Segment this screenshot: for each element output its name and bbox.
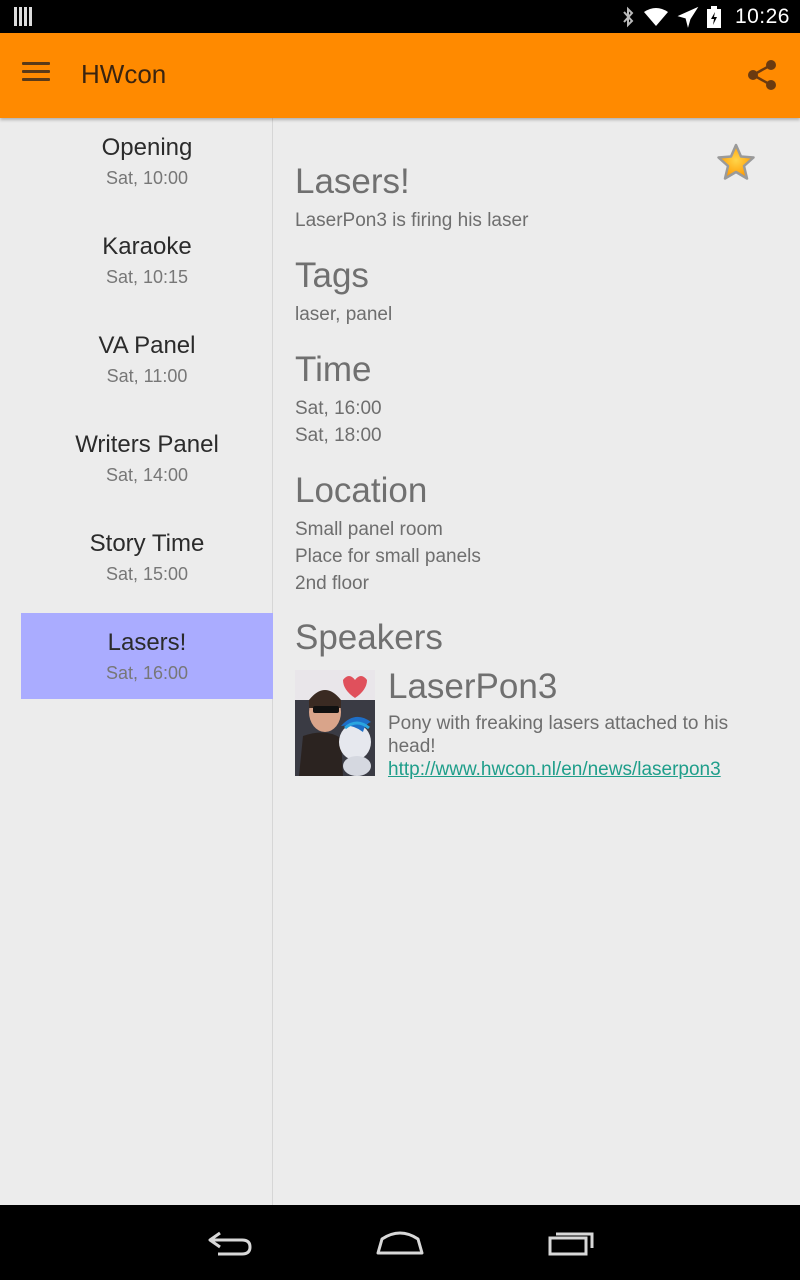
location-line: Place for small panels [295,546,481,567]
speaker-name: LaserPon3 [388,667,558,706]
event-item-lasers[interactable]: Lasers! Sat, 16:00 [21,613,273,699]
clock: 10:26 [734,4,790,28]
event-title: Opening [101,134,193,161]
home-icon[interactable] [370,1223,430,1263]
recents-icon[interactable] [540,1223,600,1263]
location-line: 2nd floor [295,573,369,594]
navigation-bar [0,1205,800,1280]
event-item-va-panel[interactable]: VA Panel Sat, 11:00 [21,316,273,402]
event-title: Lasers! [107,629,187,656]
event-item-story-time[interactable]: Story Time Sat, 15:00 [21,514,273,600]
wifi-icon [643,7,669,27]
event-title: Writers Panel [75,431,219,458]
event-title: VA Panel [98,332,196,359]
content-area: Opening Sat, 10:00 Karaoke Sat, 10:15 VA… [0,118,800,1205]
event-list: Opening Sat, 10:00 Karaoke Sat, 10:15 VA… [0,118,273,1205]
tags-heading: Tags [295,256,369,295]
speakers-heading: Speakers [295,618,443,657]
time-start: Sat, 16:00 [295,398,382,419]
status-bar: 10:26 [0,0,800,33]
event-title-heading: Lasers! [295,162,410,201]
event-item-writers-panel[interactable]: Writers Panel Sat, 14:00 [21,415,273,501]
app-title: HWcon [81,59,167,89]
share-icon[interactable] [744,57,780,93]
status-icons: 10:26 [621,0,790,33]
notification-icon [14,7,32,26]
event-title: Karaoke [102,233,192,260]
tags-value: laser, panel [295,304,393,325]
event-time: Sat, 14:00 [105,465,189,485]
event-time: Sat, 11:00 [106,366,188,386]
event-time: Sat, 10:00 [105,168,189,188]
star-icon[interactable] [716,142,756,182]
speaker-link[interactable]: http://www.hwcon.nl/en/news/laserpon3 [388,759,721,781]
airplane-icon [677,6,699,28]
time-heading: Time [295,350,372,389]
app-bar: HWcon [0,33,800,118]
menu-icon[interactable] [22,62,54,88]
event-description: LaserPon3 is firing his laser [295,210,529,231]
event-time: Sat, 15:00 [105,564,189,584]
speaker-avatar [295,670,375,776]
event-time: Sat, 16:00 [105,663,189,683]
battery-icon [706,5,721,28]
event-time: Sat, 10:15 [105,267,189,287]
speaker-description: Pony with freaking lasers attached to hi… [388,713,729,757]
location-line: Small panel room [295,519,443,540]
back-icon[interactable] [200,1223,260,1263]
bluetooth-icon [621,6,635,28]
event-item-karaoke[interactable]: Karaoke Sat, 10:15 [21,217,273,303]
event-title: Story Time [89,530,205,557]
event-item-opening[interactable]: Opening Sat, 10:00 [21,118,273,204]
event-detail: Lasers! LaserPon3 is firing his laser Ta… [295,118,795,1205]
location-heading: Location [295,471,428,510]
time-end: Sat, 18:00 [295,425,382,446]
